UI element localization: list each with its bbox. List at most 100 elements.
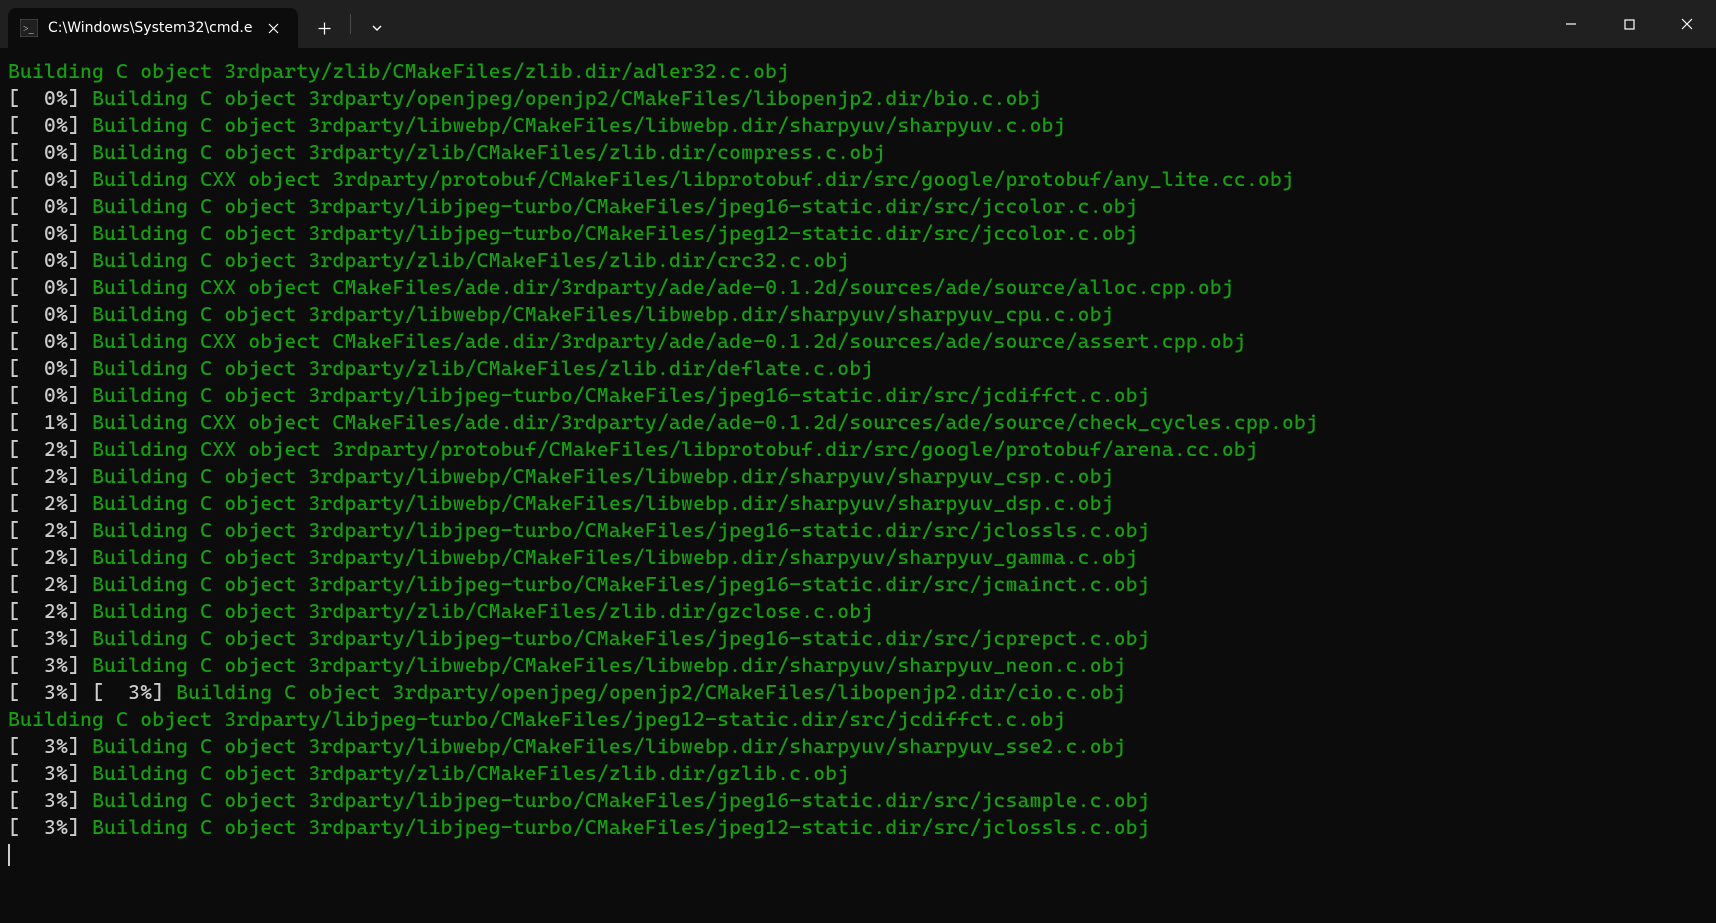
window-close-button[interactable]: [1658, 0, 1716, 48]
tab-cmd[interactable]: >_ C:\Windows\System32\cmd.e: [8, 8, 298, 48]
progress-bracket: [ 3%] [ 3%]: [8, 680, 176, 704]
progress-bracket: [ 0%]: [8, 356, 92, 380]
build-message: Building CXX object CMakeFiles/ade.dir/3…: [92, 410, 1318, 434]
progress-bracket: [ 0%]: [8, 167, 92, 191]
progress-bracket: [ 3%]: [8, 626, 92, 650]
terminal-line: [ 3%] Building C object 3rdparty/libjpeg…: [8, 625, 1708, 652]
terminal-line: [ 0%] Building C object 3rdparty/openjpe…: [8, 85, 1708, 112]
progress-bracket: [ 2%]: [8, 572, 92, 596]
window-controls: [1542, 0, 1716, 48]
build-message: Building C object 3rdparty/libwebp/CMake…: [92, 491, 1114, 515]
terminal-line: [ 1%] Building CXX object CMakeFiles/ade…: [8, 409, 1708, 436]
build-message: Building C object 3rdparty/libjpeg-turbo…: [92, 788, 1150, 812]
terminal-line: Building C object 3rdparty/zlib/CMakeFil…: [8, 58, 1708, 85]
progress-bracket: [ 2%]: [8, 491, 92, 515]
terminal-line: [ 3%] Building C object 3rdparty/zlib/CM…: [8, 760, 1708, 787]
terminal-line: [ 0%] Building C object 3rdparty/libwebp…: [8, 301, 1708, 328]
build-message: Building C object 3rdparty/libwebp/CMake…: [92, 464, 1114, 488]
build-message: Building C object 3rdparty/libjpeg-turbo…: [92, 626, 1150, 650]
build-message: Building C object 3rdparty/libjpeg-turbo…: [92, 518, 1150, 542]
build-message: Building C object 3rdparty/zlib/CMakeFil…: [92, 761, 849, 785]
build-message: Building C object 3rdparty/libwebp/CMake…: [92, 653, 1126, 677]
build-message: Building C object 3rdparty/libwebp/CMake…: [92, 113, 1066, 137]
progress-bracket: [ 3%]: [8, 788, 92, 812]
build-message: Building C object 3rdparty/zlib/CMakeFil…: [8, 59, 789, 83]
build-message: Building C object 3rdparty/openjpeg/open…: [176, 680, 1125, 704]
new-tab-button[interactable]: [304, 8, 344, 48]
build-message: Building C object 3rdparty/libjpeg-turbo…: [92, 383, 1150, 407]
build-message: Building CXX object 3rdparty/protobuf/CM…: [92, 167, 1294, 191]
progress-bracket: [ 0%]: [8, 329, 92, 353]
build-message: Building C object 3rdparty/libwebp/CMake…: [92, 302, 1114, 326]
progress-bracket: [ 3%]: [8, 734, 92, 758]
tab-actions-divider: [350, 14, 351, 34]
progress-bracket: [ 0%]: [8, 86, 92, 110]
terminal-line: [ 0%] Building C object 3rdparty/libjpeg…: [8, 193, 1708, 220]
terminal-line: [ 2%] Building C object 3rdparty/libwebp…: [8, 490, 1708, 517]
progress-bracket: [ 2%]: [8, 545, 92, 569]
terminal-line: [ 3%] Building C object 3rdparty/libjpeg…: [8, 814, 1708, 841]
build-message: Building C object 3rdparty/libwebp/CMake…: [92, 734, 1126, 758]
terminal-line: [ 2%] Building C object 3rdparty/libwebp…: [8, 544, 1708, 571]
tabstrip: >_ C:\Windows\System32\cmd.e: [0, 0, 1542, 48]
progress-bracket: [ 3%]: [8, 815, 92, 839]
build-message: Building C object 3rdparty/libjpeg-turbo…: [92, 815, 1150, 839]
progress-bracket: [ 0%]: [8, 140, 92, 164]
progress-bracket: [ 0%]: [8, 221, 92, 245]
tab-dropdown-button[interactable]: [357, 8, 397, 48]
terminal-cursor-line: [8, 841, 1708, 868]
build-message: Building CXX object CMakeFiles/ade.dir/3…: [92, 329, 1246, 353]
progress-bracket: [ 3%]: [8, 653, 92, 677]
minimize-button[interactable]: [1542, 0, 1600, 48]
build-message: Building C object 3rdparty/zlib/CMakeFil…: [92, 248, 849, 272]
progress-bracket: [ 2%]: [8, 464, 92, 488]
terminal-line: [ 0%] Building C object 3rdparty/libjpeg…: [8, 220, 1708, 247]
terminal-line: [ 0%] Building C object 3rdparty/zlib/CM…: [8, 247, 1708, 274]
build-message: Building C object 3rdparty/libjpeg-turbo…: [92, 194, 1138, 218]
cmd-icon: >_: [20, 19, 38, 37]
progress-bracket: [ 0%]: [8, 194, 92, 218]
terminal-line: [ 0%] Building C object 3rdparty/libwebp…: [8, 112, 1708, 139]
tab-title: C:\Windows\System32\cmd.e: [48, 20, 252, 36]
progress-bracket: [ 2%]: [8, 437, 92, 461]
build-message: Building C object 3rdparty/zlib/CMakeFil…: [92, 356, 873, 380]
terminal-line: [ 0%] Building C object 3rdparty/zlib/CM…: [8, 355, 1708, 382]
build-message: Building C object 3rdparty/libjpeg-turbo…: [92, 572, 1150, 596]
build-message: Building C object 3rdparty/libwebp/CMake…: [92, 545, 1138, 569]
progress-bracket: [ 0%]: [8, 248, 92, 272]
progress-bracket: [ 2%]: [8, 599, 92, 623]
titlebar: >_ C:\Windows\System32\cmd.e: [0, 0, 1716, 48]
build-message: Building C object 3rdparty/zlib/CMakeFil…: [92, 140, 885, 164]
terminal-line: [ 0%] Building CXX object CMakeFiles/ade…: [8, 274, 1708, 301]
progress-bracket: [ 0%]: [8, 113, 92, 137]
maximize-button[interactable]: [1600, 0, 1658, 48]
progress-bracket: [ 2%]: [8, 518, 92, 542]
terminal-line: [ 2%] Building C object 3rdparty/libjpeg…: [8, 571, 1708, 598]
terminal-line: Building C object 3rdparty/libjpeg-turbo…: [8, 706, 1708, 733]
terminal-line: [ 2%] Building C object 3rdparty/zlib/CM…: [8, 598, 1708, 625]
build-message: Building C object 3rdparty/openjpeg/open…: [92, 86, 1041, 110]
terminal-line: [ 0%] Building C object 3rdparty/zlib/CM…: [8, 139, 1708, 166]
progress-bracket: [ 0%]: [8, 383, 92, 407]
build-message: Building CXX object CMakeFiles/ade.dir/3…: [92, 275, 1234, 299]
terminal-line: [ 3%] Building C object 3rdparty/libwebp…: [8, 652, 1708, 679]
progress-bracket: [ 3%]: [8, 761, 92, 785]
svg-text:>_: >_: [23, 24, 35, 35]
terminal-line: [ 2%] Building C object 3rdparty/libwebp…: [8, 463, 1708, 490]
terminal-line: [ 0%] Building C object 3rdparty/libjpeg…: [8, 382, 1708, 409]
terminal-line: [ 3%] [ 3%] Building C object 3rdparty/o…: [8, 679, 1708, 706]
terminal-output[interactable]: Building C object 3rdparty/zlib/CMakeFil…: [0, 48, 1716, 923]
cursor: [8, 844, 10, 866]
progress-bracket: [ 0%]: [8, 302, 92, 326]
terminal-line: [ 2%] Building C object 3rdparty/libjpeg…: [8, 517, 1708, 544]
build-message: Building CXX object 3rdparty/protobuf/CM…: [92, 437, 1258, 461]
build-message: Building C object 3rdparty/zlib/CMakeFil…: [92, 599, 873, 623]
tab-close-button[interactable]: [262, 17, 284, 39]
progress-bracket: [ 0%]: [8, 275, 92, 299]
terminal-line: [ 0%] Building CXX object 3rdparty/proto…: [8, 166, 1708, 193]
build-message: Building C object 3rdparty/libjpeg-turbo…: [8, 707, 1066, 731]
terminal-line: [ 3%] Building C object 3rdparty/libjpeg…: [8, 787, 1708, 814]
terminal-line: [ 2%] Building CXX object 3rdparty/proto…: [8, 436, 1708, 463]
progress-bracket: [ 1%]: [8, 410, 92, 434]
build-message: Building C object 3rdparty/libjpeg-turbo…: [92, 221, 1138, 245]
